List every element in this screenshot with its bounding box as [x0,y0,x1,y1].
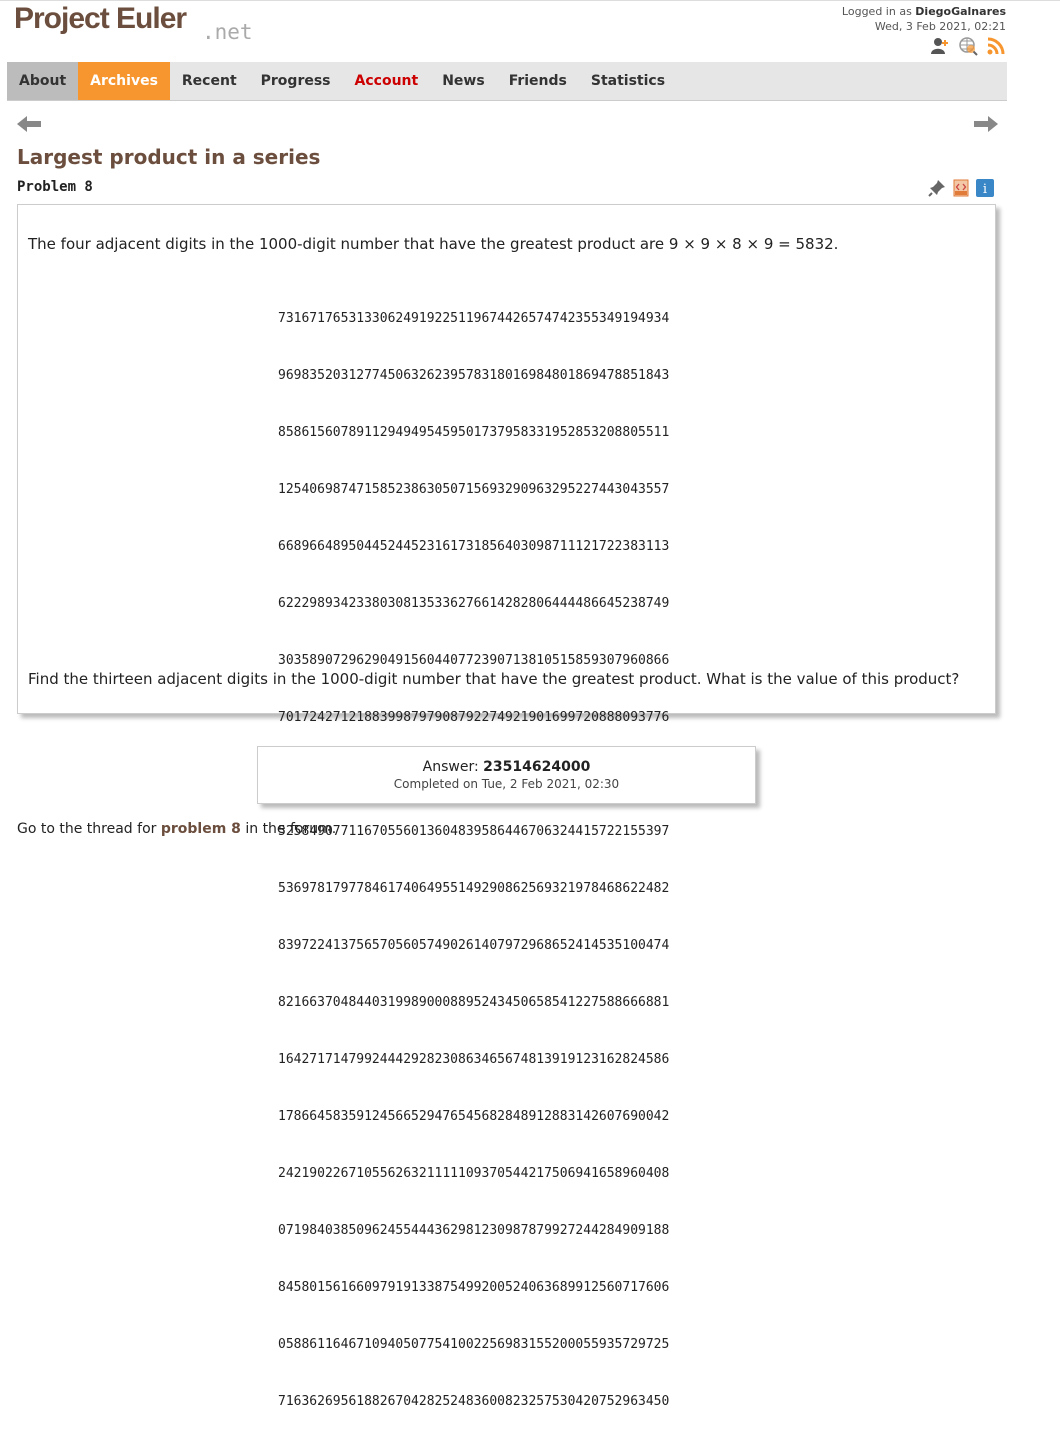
problem-number: Problem 8 [17,179,93,195]
rss-feed-icon[interactable] [986,36,1006,56]
problem-intro: The four adjacent digits in the 1000-dig… [28,235,839,253]
site-logo[interactable]: Project Euler .net [14,2,314,47]
answer-box: Answer: 23514624000 Completed on Tue, 2 … [257,746,756,804]
forum-text-pre: Go to the thread for [17,821,157,837]
problem-content: The four adjacent digits in the 1000-dig… [17,204,996,1409]
nav-friends[interactable]: Friends [497,62,579,100]
nav-news[interactable]: News [430,62,496,100]
nav-account[interactable]: Account [343,62,431,100]
problem-title: Largest product in a series [17,145,321,169]
forum-text-post: in the forum. [245,821,337,837]
logo-suffix: .net [202,20,253,44]
nav-statistics[interactable]: Statistics [579,62,677,100]
html-source-icon[interactable] [952,179,970,197]
digit-block: 7316717653133062491922511967442657474235… [278,271,669,1449]
info-icon[interactable]: i [976,179,994,197]
previous-problem-arrow-icon[interactable] [16,114,42,134]
top-border [0,0,1060,1]
digit-row: 1254069874715852386305071569329096329522… [278,482,670,497]
header-icons [930,36,1006,56]
digit-row: 5369781797784617406495514929086256932197… [278,881,670,896]
digit-row: 9698352031277450632623957831801698480186… [278,368,670,383]
digit-row: 8458015616609791913387549920052406368991… [278,1280,670,1295]
main-nav: About Archives Recent Progress Account N… [7,62,1007,101]
digit-row: 0588611646710940507754100225698315520005… [278,1337,670,1352]
logo-text: Project Euler [14,2,187,35]
digit-row: 1642717147992444292823086346567481391912… [278,1052,670,1067]
next-problem-arrow-icon[interactable] [973,114,999,134]
globe-search-icon[interactable] [958,36,978,56]
digit-row: 8586156078911294949545950173795833195285… [278,425,670,440]
forum-thread-link[interactable]: problem 8 [161,821,241,837]
digit-row: 5258490771167055601360483958644670632441… [278,824,670,839]
add-friend-icon[interactable] [930,36,950,56]
digit-row: 6222989342338030813533627661428280644448… [278,596,670,611]
forum-link-line: Go to the thread for problem 8 in the fo… [17,821,336,837]
svg-text:i: i [983,182,987,197]
problem-question: Find the thirteen adjacent digits in the… [28,670,960,688]
nav-archives[interactable]: Archives [78,62,170,100]
digit-row: 8216637048440319989000889524345065854122… [278,995,670,1010]
nav-about[interactable]: About [7,62,79,100]
logged-in-prefix: Logged in as [841,5,912,18]
digit-row: 3035890729629049156044077239071381051585… [278,653,670,668]
completed-date: Completed on Tue, 2 Feb 2021, 02:30 [393,777,620,791]
answer-label: Answer: [422,759,479,775]
pin-icon[interactable] [928,179,946,197]
digit-row: 7017242712188399879790879227492190169972… [278,710,670,725]
digit-row: 7316717653133062491922511967442657474235… [278,311,670,326]
nav-progress[interactable]: Progress [249,62,343,100]
problem-icons: i [928,179,994,197]
digit-row: 0719840385096245544436298123098787992724… [278,1223,670,1238]
answer-value: 23514624000 [483,759,591,775]
digit-row: 1786645835912456652947654568284891288314… [278,1109,670,1124]
digit-row: 7163626956188267042825248360082325753042… [278,1394,670,1409]
current-datetime: Wed, 3 Feb 2021, 02:21 [874,20,1006,33]
digit-row: 2421902267105562632111110937054421750694… [278,1166,670,1181]
digit-row: 6689664895044524452316173185640309871112… [278,539,670,554]
digit-row: 8397224137565705605749026140797296865241… [278,938,670,953]
nav-recent[interactable]: Recent [170,62,249,100]
user-info: Logged in as DiegoGalnares Wed, 3 Feb 20… [842,4,1006,34]
username: DiegoGalnares [915,5,1006,18]
